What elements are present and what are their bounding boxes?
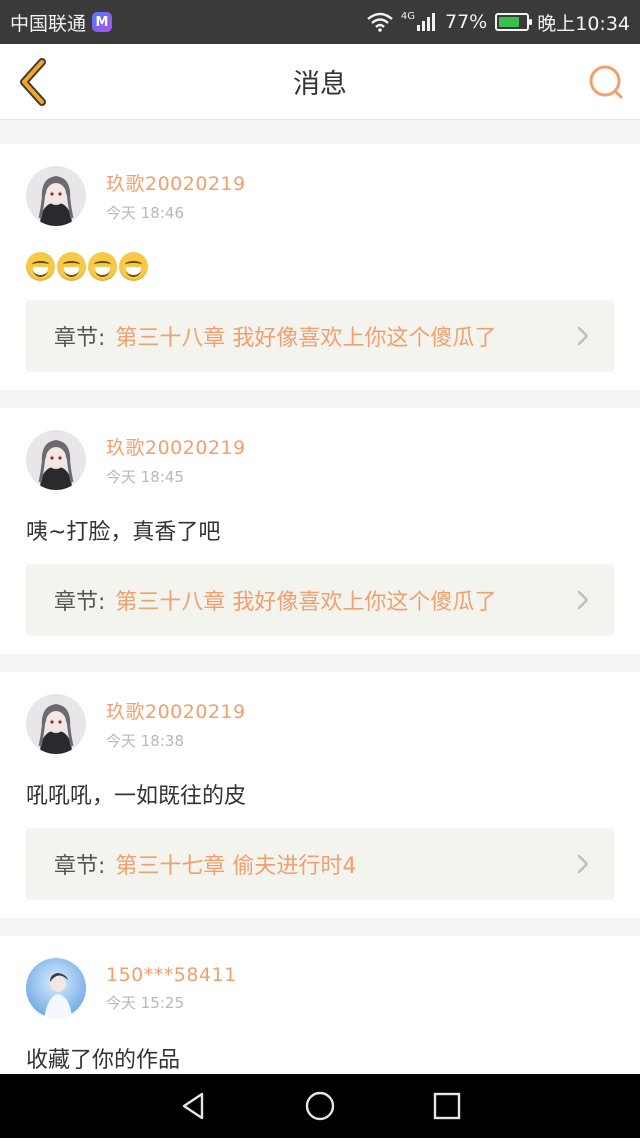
chapter-link[interactable]: 章节: 第三十七章 偷夫进行时4 [26,828,614,900]
recents-square-icon[interactable] [430,1089,464,1123]
avatar[interactable] [26,166,86,226]
page-title: 消息 [293,69,347,100]
chapter-label: 章节: [54,326,106,351]
carrier-badge-icon: M [92,12,113,32]
avatar[interactable] [26,694,86,754]
chevron-right-icon [577,854,589,874]
status-bar: 中国联通 M 4G 77% 晚上10:34 [0,0,640,44]
username[interactable]: 玖歌20020219 [106,169,246,196]
username[interactable]: 玖歌20020219 [106,433,246,460]
message-card: 玖歌20020219 今天 18:46 章节: 第三十八章 我好像喜欢上你这个傻… [0,144,640,390]
chapter-label: 章节: [54,590,106,615]
clock: 晚上10:34 [537,12,630,35]
wifi-icon [367,12,393,32]
timestamp: 今天 18:45 [106,468,184,486]
carrier-name: 中国联通 [10,12,87,35]
message-list[interactable]: 玖歌20020219 今天 18:46 章节: 第三十八章 我好像喜欢上你这个傻… [0,126,640,1074]
timestamp: 今天 15:25 [106,993,184,1012]
message-content: 收藏了你的作品 [26,1048,181,1073]
chapter-link[interactable]: 章节: 第三十八章 我好像喜欢上你这个傻瓜了 [26,300,614,372]
header: 消息 [0,44,640,120]
battery-icon [495,13,533,31]
chapter-title: 第三十七章 偷夫进行时4 [115,854,357,879]
carrier: 中国联通 M [10,9,113,36]
signal-icon [417,13,435,31]
chapter-title: 第三十八章 我好像喜欢上你这个傻瓜了 [115,590,497,615]
chapter-label: 章节: [54,854,106,879]
avatar[interactable] [26,430,86,490]
message-card: 150***58411 今天 15:25 收藏了你的作品 [0,936,640,1074]
chapter-title: 第三十八章 我好像喜欢上你这个傻瓜了 [115,326,497,351]
chevron-right-icon [577,590,589,610]
laughing-emoji-icon [57,251,86,281]
username[interactable]: 玖歌20020219 [106,697,246,724]
message-card: 玖歌20020219 今天 18:45 咦~打脸，真香了吧 章节: 第三十八章 … [0,408,640,654]
back-triangle-icon[interactable] [176,1089,210,1123]
message-content: 吼吼吼，一如既往的皮 [26,784,247,809]
message-card: 玖歌20020219 今天 18:38 吼吼吼，一如既往的皮 章节: 第三十七章… [0,672,640,918]
username[interactable]: 150***58411 [106,964,237,986]
home-circle-icon[interactable] [303,1089,337,1123]
network-type: 4G [400,10,415,22]
chapter-link[interactable]: 章节: 第三十八章 我好像喜欢上你这个傻瓜了 [26,564,614,636]
laughing-emoji-icon [26,251,55,281]
search-icon[interactable] [588,64,624,100]
battery-fill [499,17,520,27]
message-content [26,250,614,282]
message-content: 咦~打脸，真香了吧 [26,520,221,545]
laughing-emoji-icon [119,251,148,281]
chevron-right-icon [577,326,589,346]
system-nav-bar [0,1074,640,1138]
avatar[interactable] [26,958,86,1018]
timestamp: 今天 18:38 [106,732,184,750]
battery-percent: 77% [445,11,488,33]
timestamp: 今天 18:46 [106,204,184,222]
back-icon[interactable] [14,58,54,106]
laughing-emoji-icon [88,251,117,281]
